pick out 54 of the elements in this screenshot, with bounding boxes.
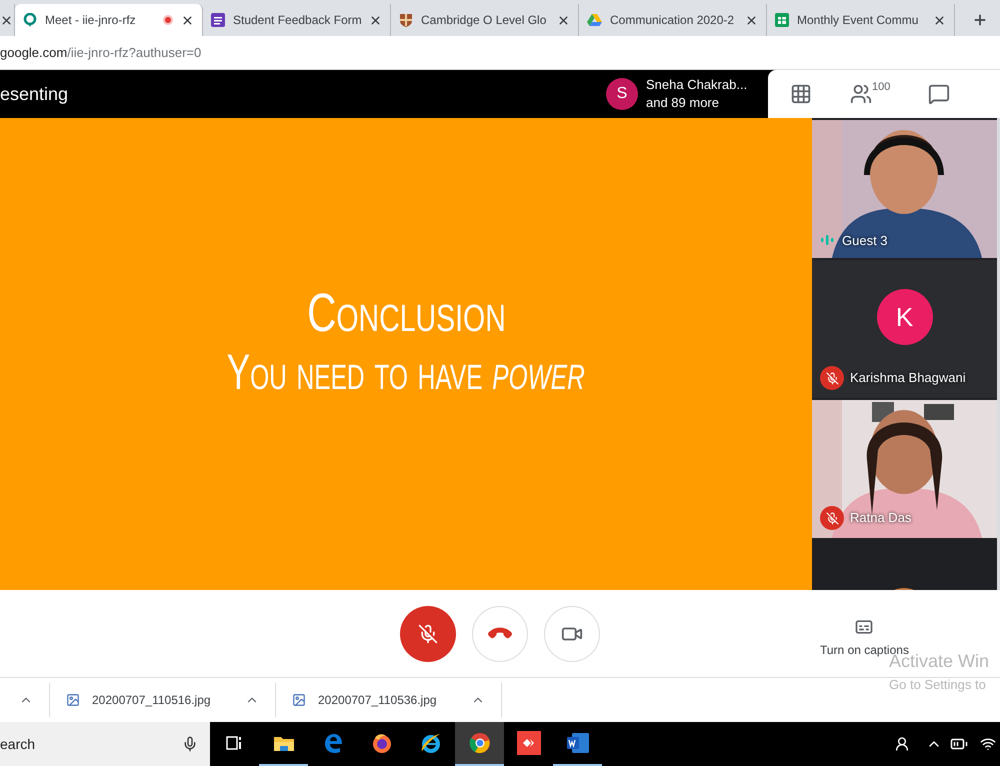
close-icon[interactable] xyxy=(745,14,758,26)
task-view-icon xyxy=(226,735,244,751)
close-icon[interactable] xyxy=(369,14,382,26)
file-icon xyxy=(292,693,306,707)
internet-explorer-icon xyxy=(420,732,442,754)
microphone-icon[interactable] xyxy=(182,736,198,752)
tab-title: Monthly Event Commu xyxy=(797,12,920,29)
close-icon[interactable] xyxy=(0,14,13,26)
sheets-icon xyxy=(775,13,789,27)
file-name: 20200707_110536.jpg xyxy=(318,692,438,709)
avatar: S xyxy=(606,78,638,110)
mic-off-icon xyxy=(418,624,438,644)
tab-title: Communication 2020-2 xyxy=(610,12,736,29)
address-field[interactable]: google.com/iie-jnro-rfz?authuser=0 xyxy=(0,42,202,62)
chrome-icon xyxy=(468,732,490,754)
browser-tab[interactable]: Meet - iie-jnro-rfz xyxy=(15,4,203,36)
presenter-chip[interactable]: S Sneha Chakrab... and 89 more xyxy=(598,70,768,118)
taskbar-app[interactable] xyxy=(455,722,504,766)
file-icon xyxy=(66,693,80,707)
participant-name: Ratna Das xyxy=(850,509,912,528)
participants-more: and 89 more xyxy=(646,94,720,112)
remote-desktop-icon xyxy=(516,731,540,755)
new-tab-icon[interactable] xyxy=(972,12,988,28)
avatar: K xyxy=(876,289,932,345)
people-icon[interactable] xyxy=(850,83,872,105)
participant-name: Guest 3 xyxy=(842,232,888,250)
word-icon xyxy=(566,732,590,754)
slide-text: You need to have power xyxy=(226,343,586,401)
file-name: 20200707_110516.jpg xyxy=(92,692,212,709)
tab-title: Cambridge O Level Glo xyxy=(421,12,548,29)
folder-icon xyxy=(272,734,294,752)
chat-icon[interactable] xyxy=(928,83,950,105)
form-icon xyxy=(211,13,225,27)
close-icon[interactable] xyxy=(181,14,194,26)
activation-hint: Go to Settings to xyxy=(889,676,987,694)
presenting-title: esenting xyxy=(0,82,70,106)
people-icon[interactable] xyxy=(894,736,910,752)
download-item[interactable]: 20200707_110536.jpg xyxy=(276,683,502,717)
firefox-icon xyxy=(370,732,392,754)
meet-icon xyxy=(23,13,37,27)
close-icon[interactable] xyxy=(933,14,946,26)
layout-icon[interactable] xyxy=(790,83,812,105)
close-icon[interactable] xyxy=(557,14,570,26)
drive-icon xyxy=(587,13,602,27)
slide-heading: Conclusion xyxy=(306,283,506,343)
tab-title: Student Feedback Form xyxy=(233,12,361,29)
tab-title: Meet - iie-jnro-rfz xyxy=(45,12,137,29)
people-count: 100 xyxy=(872,80,890,95)
search-field[interactable]: earch xyxy=(0,722,210,766)
download-item[interactable]: 20200707_110516.jpg xyxy=(50,683,276,717)
wifi-icon[interactable] xyxy=(980,736,996,752)
participant-name: Karishma Bhagwani xyxy=(850,369,966,388)
crest-icon xyxy=(399,13,413,27)
presenter-name: Sneha Chakrab... xyxy=(646,76,748,94)
